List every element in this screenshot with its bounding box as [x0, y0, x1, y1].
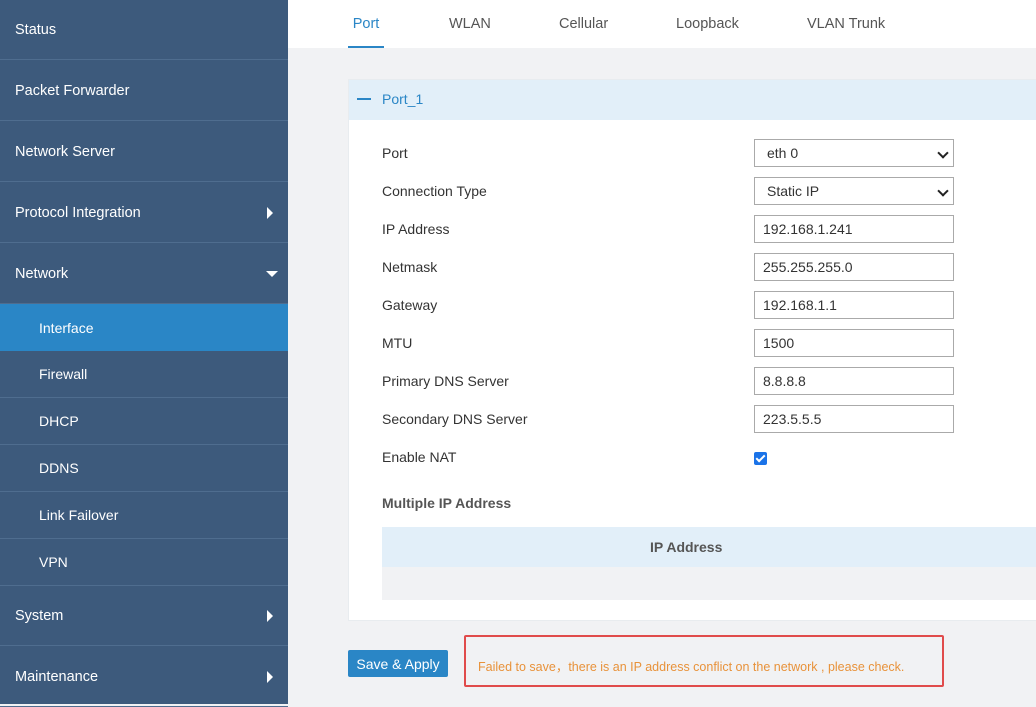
sidebar-item-label: Status [15, 21, 57, 38]
gateway-input[interactable] [754, 291, 954, 319]
sidebar-item-system[interactable]: System [0, 586, 288, 646]
port-select-value: eth 0 [767, 145, 799, 161]
gateway-label: Gateway [382, 297, 438, 313]
enable-nat-label: Enable NAT [382, 449, 457, 465]
mtu-label: MTU [382, 335, 413, 351]
sidebar-item-label: VPN [39, 554, 68, 570]
secondary-dns-label: Secondary DNS Server [382, 411, 528, 427]
sidebar-item-ddns[interactable]: DDNS [0, 445, 288, 492]
chevron-down-icon [266, 270, 278, 277]
chevron-right-icon [267, 206, 273, 219]
ip-address-input[interactable] [754, 215, 954, 243]
port-select[interactable]: eth 0 [754, 139, 954, 167]
connection-type-select[interactable]: Static IP [754, 177, 954, 205]
ip-address-label: IP Address [382, 221, 450, 237]
collapse-icon[interactable] [357, 98, 371, 100]
sidebar-item-label: DHCP [39, 413, 79, 429]
error-message: Failed to save，there is an IP address co… [478, 660, 905, 674]
connection-type-label: Connection Type [382, 183, 487, 199]
sidebar-item-label: Network Server [15, 143, 115, 160]
table-row [382, 567, 1036, 600]
port-label: Port [382, 145, 408, 161]
tab-label: Port [352, 16, 380, 32]
tab-cellular[interactable]: Cellular [559, 0, 608, 48]
chevron-down-icon [937, 147, 949, 159]
save-apply-button[interactable]: Save & Apply [348, 650, 448, 677]
sidebar-item-label: Maintenance [15, 668, 99, 685]
netmask-label: Netmask [382, 259, 438, 275]
tab-loopback[interactable]: Loopback [676, 0, 739, 48]
tab-label: VLAN Trunk [807, 16, 886, 32]
multiple-ip-title: Multiple IP Address [382, 495, 512, 511]
sidebar-item-maintenance[interactable]: Maintenance [0, 647, 288, 707]
sidebar-item-vpn[interactable]: VPN [0, 539, 288, 586]
sidebar-item-label: Packet Forwarder [15, 82, 130, 99]
sidebar-item-status[interactable]: Status [0, 0, 288, 60]
tab-label: WLAN [449, 16, 491, 32]
sidebar-item-label: DDNS [39, 460, 79, 476]
sidebar-item-protocol-integration[interactable]: Protocol Integration [0, 183, 288, 243]
tab-wlan[interactable]: WLAN [449, 0, 491, 48]
error-message-box: Failed to save，there is an IP address co… [464, 635, 944, 687]
tab-label: Loopback [676, 16, 739, 32]
sidebar-item-interface[interactable]: Interface [0, 304, 288, 351]
tab-port[interactable]: Port [348, 0, 384, 48]
connection-type-value: Static IP [767, 183, 820, 199]
ip-table-header: IP Address [382, 527, 1036, 567]
sidebar-item-label: Firewall [39, 366, 88, 382]
sidebar-item-firewall[interactable]: Firewall [0, 351, 288, 398]
chevron-down-icon [937, 185, 949, 197]
primary-dns-label: Primary DNS Server [382, 373, 509, 389]
secondary-dns-input[interactable] [754, 405, 954, 433]
primary-dns-input[interactable] [754, 367, 954, 395]
sidebar-item-dhcp[interactable]: DHCP [0, 398, 288, 445]
mtu-input[interactable] [754, 329, 954, 357]
sidebar: Status Packet Forwarder Network Server P… [0, 0, 288, 707]
enable-nat-checkbox[interactable] [754, 452, 767, 465]
sidebar-item-label: Link Failover [39, 507, 119, 523]
panel-header[interactable]: Port_1 [349, 80, 1036, 120]
sidebar-item-network-server[interactable]: Network Server [0, 122, 288, 182]
sidebar-item-label: System [15, 607, 64, 624]
netmask-input[interactable] [754, 253, 954, 281]
sidebar-item-packet-forwarder[interactable]: Packet Forwarder [0, 61, 288, 121]
active-tab-indicator [348, 46, 384, 48]
tab-label: Cellular [559, 16, 609, 32]
sidebar-item-label: Network [15, 265, 69, 282]
sidebar-item-label: Interface [39, 319, 94, 336]
sidebar-item-label: Protocol Integration [15, 204, 141, 221]
chevron-right-icon [267, 609, 273, 622]
sidebar-item-network[interactable]: Network [0, 244, 288, 304]
tab-vlan-trunk[interactable]: VLAN Trunk [807, 0, 885, 48]
ip-table-column-header: IP Address [650, 539, 723, 555]
sidebar-item-link-failover[interactable]: Link Failover [0, 492, 288, 539]
chevron-right-icon [267, 670, 273, 683]
panel-title: Port_1 [382, 91, 424, 107]
tab-bar: Port WLAN Cellular Loopback VLAN Trunk [288, 0, 1036, 48]
